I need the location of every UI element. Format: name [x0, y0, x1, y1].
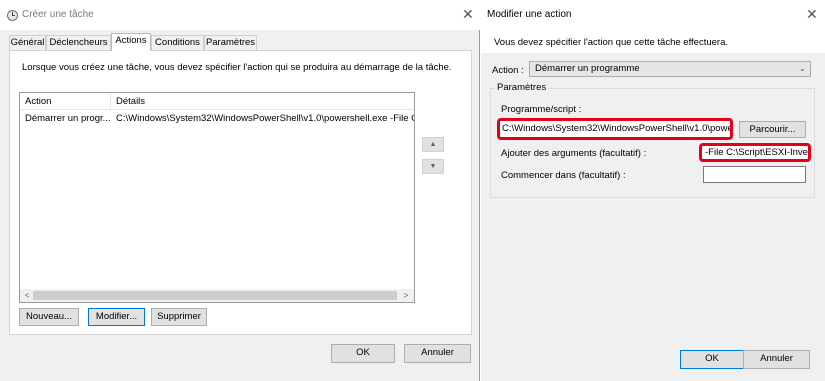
dialog-title: Modifier une action: [487, 9, 572, 20]
column-details-header[interactable]: Détails: [116, 93, 196, 110]
program-input[interactable]: C:\Windows\System32\WindowsPowerShell\v1…: [497, 118, 733, 140]
args-label: Ajouter des arguments (facultatif) :: [501, 148, 647, 159]
move-up-button[interactable]: ▲: [422, 137, 444, 152]
chevron-down-icon: ⌄: [799, 64, 806, 73]
table-row[interactable]: Démarrer un progr... C:\Windows\System32…: [20, 110, 414, 127]
cancel-button[interactable]: Annuler: [743, 350, 810, 369]
tab-conditions[interactable]: Conditions: [151, 35, 204, 50]
clock-icon: [7, 10, 18, 21]
action-select-value: Démarrer un programme: [535, 63, 640, 74]
start-in-label: Commencer dans (facultatif) :: [501, 170, 626, 181]
ok-button[interactable]: OK: [680, 350, 744, 369]
tab-triggers[interactable]: Déclencheurs: [46, 35, 111, 50]
browse-button[interactable]: Parcourir...: [739, 121, 806, 138]
triangle-up-icon: ▲: [429, 141, 437, 148]
move-down-button[interactable]: ▼: [422, 159, 444, 174]
program-label: Programme/script :: [501, 104, 582, 115]
scroll-right-icon[interactable]: >: [400, 289, 412, 302]
cancel-button[interactable]: Annuler: [404, 344, 471, 363]
dialog-description: Vous devez spécifier l'action que cette …: [494, 37, 729, 48]
action-label: Action :: [492, 65, 524, 76]
ok-button[interactable]: OK: [331, 344, 395, 363]
actions-list[interactable]: Action Détails Démarrer un progr... C:\W…: [19, 92, 415, 303]
dialog-header: Modifier une action ✕ Vous devez spécifi…: [481, 0, 825, 53]
scroll-left-icon[interactable]: <: [21, 289, 33, 302]
tab-settings[interactable]: Paramètres: [204, 35, 257, 50]
edit-button[interactable]: Modifier...: [88, 308, 145, 326]
column-separator: [110, 93, 111, 109]
create-task-window: Créer une tâche ✕ Général Déclencheurs A…: [0, 0, 480, 381]
title-bar: Créer une tâche ✕: [0, 0, 480, 30]
args-input[interactable]: -File C:\Script\ESXI-Inver: [699, 143, 811, 162]
horizontal-scrollbar[interactable]: < >: [20, 289, 414, 302]
tab-actions[interactable]: Actions: [111, 33, 151, 51]
close-icon[interactable]: ✕: [806, 8, 818, 22]
tab-general[interactable]: Général: [9, 35, 46, 50]
actions-description: Lorsque vous créez une tâche, vous devez…: [22, 62, 452, 73]
close-icon[interactable]: ✕: [462, 8, 474, 22]
edit-action-dialog: Modifier une action ✕ Vous devez spécifi…: [481, 0, 825, 381]
triangle-down-icon: ▼: [429, 163, 437, 170]
scrollbar-thumb[interactable]: [33, 291, 397, 300]
list-header: Action Détails: [20, 93, 414, 110]
window-title: Créer une tâche: [22, 9, 94, 20]
action-select[interactable]: Démarrer un programme ⌄: [529, 61, 811, 77]
new-button[interactable]: Nouveau...: [19, 308, 79, 326]
delete-button[interactable]: Supprimer: [151, 308, 207, 326]
parameters-group-label: Paramètres: [495, 82, 549, 93]
row-action-cell: Démarrer un progr...: [25, 113, 111, 124]
column-action-header[interactable]: Action: [25, 93, 105, 110]
row-details-cell: C:\Windows\System32\WindowsPowerShell\v1…: [116, 113, 414, 124]
start-in-input[interactable]: [703, 166, 806, 183]
